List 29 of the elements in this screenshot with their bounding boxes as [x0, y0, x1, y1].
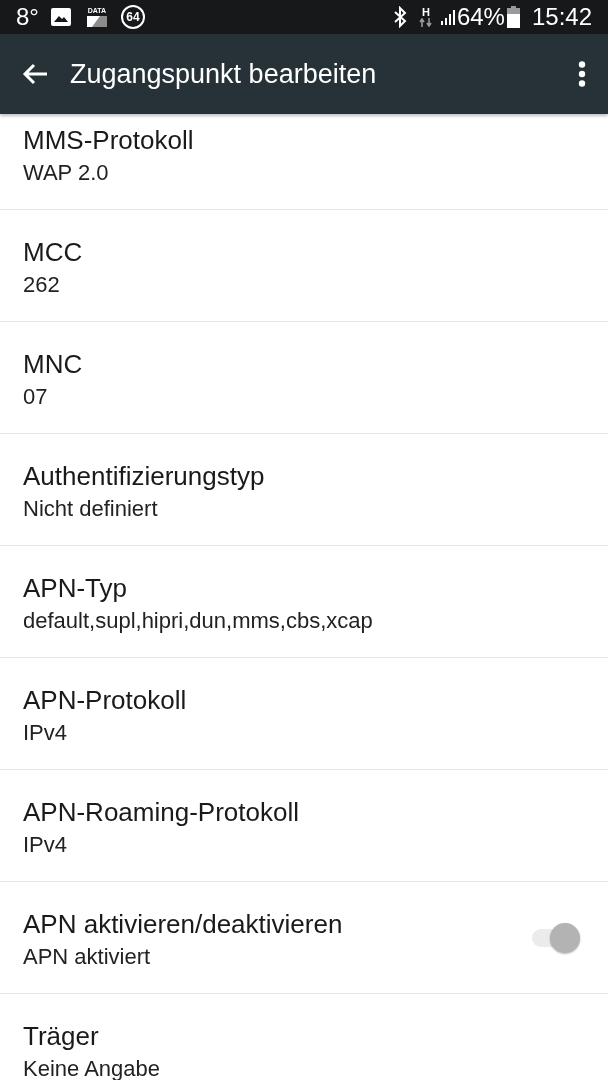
setting-value: 262 [23, 272, 61, 298]
setting-title: MNC [23, 349, 83, 379]
setting-value: IPv4 [23, 720, 69, 746]
battery-percent: 64% [456, 3, 505, 31]
setting-title: APN aktivieren/deaktivieren [23, 909, 343, 939]
back-arrow-icon[interactable] [22, 63, 48, 85]
setting-value: Keine Angabe [23, 1056, 161, 1080]
setting-value: IPv4 [23, 832, 69, 858]
signal-icon [440, 9, 455, 25]
notification-badge: 64 [120, 5, 145, 29]
temperature-text: 8° [16, 3, 39, 31]
more-options-icon[interactable] [578, 61, 586, 87]
toolbar-title: Zugangspunkt bearbeiten [70, 58, 377, 90]
setting-title: Authentifizierungstyp [23, 461, 265, 491]
setting-title: APN-Roaming-Protokoll [23, 797, 299, 827]
bluetooth-icon [392, 6, 407, 28]
setting-title: Träger [23, 1021, 100, 1051]
clock-text: 15:42 [531, 3, 592, 31]
setting-title: MCC [23, 237, 83, 267]
setting-title: APN-Typ [23, 573, 129, 603]
setting-value: APN aktiviert [23, 944, 152, 970]
setting-value: default,supl,hipri,dun,mms,cbs,xcap [23, 608, 373, 634]
setting-title: MMS-Protokoll [23, 125, 194, 155]
setting-value: Nicht definiert [23, 496, 159, 522]
setting-value: WAP 2.0 [23, 160, 110, 186]
battery-icon [506, 6, 520, 28]
setting-title: APN-Protokoll [23, 685, 187, 715]
setting-value: 07 [23, 384, 49, 410]
image-icon [50, 8, 71, 26]
